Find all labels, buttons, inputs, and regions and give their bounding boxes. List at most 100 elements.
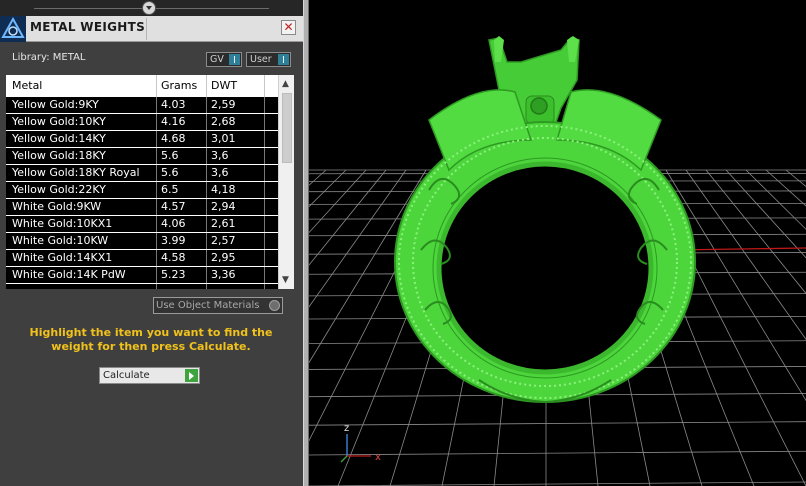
- app-logo-icon: [0, 16, 26, 42]
- grams-cell: 4.68: [161, 132, 186, 145]
- dwt-cell: 2,68: [211, 115, 236, 128]
- table-row[interactable]: Yellow Gold:22KY 6.5 4,18: [6, 182, 278, 199]
- column-divider: [206, 233, 207, 249]
- gv-library-button[interactable]: GV: [206, 52, 242, 67]
- table-body: Yellow Gold:9KY 4.03 2,59 Yellow Gold:10KY 4…: [6, 97, 278, 289]
- triad-y-line: [340, 455, 348, 463]
- column-divider: [206, 165, 207, 181]
- use-object-materials-label: Use Object Materials: [156, 300, 260, 311]
- library-label: Library: METAL: [12, 52, 86, 63]
- table-row[interactable]: Yellow Gold:18KY Royal 5.6 3,6: [6, 165, 278, 182]
- table-row[interactable]: Yellow Gold:10KY 4.16 2,68: [6, 114, 278, 131]
- grams-cell: 6.5: [161, 183, 179, 196]
- column-divider: [156, 284, 157, 289]
- table-row[interactable]: Yellow Gold:18KY 5.6 3,6: [6, 148, 278, 165]
- column-divider: [206, 216, 207, 232]
- user-button-label: User: [250, 54, 272, 65]
- calculate-button[interactable]: Calculate: [99, 367, 200, 384]
- table-row[interactable]: White Gold:14KX1 4.58 2,95: [6, 250, 278, 267]
- dwt-cell: 3,6: [211, 149, 229, 162]
- title-separator: [146, 18, 147, 40]
- grams-cell: 4.06: [161, 217, 186, 230]
- column-divider: [264, 97, 265, 113]
- 3d-viewport[interactable]: z x: [309, 0, 806, 486]
- column-divider: [264, 284, 265, 289]
- column-header-dwt[interactable]: DWT: [211, 79, 237, 92]
- column-divider: [206, 284, 207, 289]
- instructions-text: Highlight the item you want to find the …: [29, 326, 273, 353]
- column-divider: [264, 233, 265, 249]
- table-row[interactable]: White Gold:14K PdW 5.23 3,36: [6, 267, 278, 284]
- column-divider: [206, 114, 207, 130]
- table-header: Metal Grams DWT: [6, 75, 278, 97]
- column-header-grams[interactable]: Grams: [161, 79, 197, 92]
- grams-cell: 5.23: [161, 268, 186, 281]
- column-divider: [156, 216, 157, 232]
- column-divider: [264, 131, 265, 147]
- column-divider: [206, 250, 207, 266]
- dwt-cell: 2,57: [211, 234, 236, 247]
- grid-line: [309, 450, 806, 456]
- column-header-metal[interactable]: Metal: [12, 79, 42, 92]
- table-row[interactable]: [6, 284, 278, 289]
- column-divider: [264, 182, 265, 198]
- grams-cell: 4.58: [161, 251, 186, 264]
- grams-cell: 5.6: [161, 149, 179, 162]
- column-divider: [156, 131, 157, 147]
- grams-cell: 3.99: [161, 234, 186, 247]
- table-scrollbar[interactable]: ▲ ▼: [278, 75, 294, 289]
- panel-top-strip: [0, 0, 303, 16]
- ring-model[interactable]: [394, 36, 696, 404]
- column-divider: [156, 114, 157, 130]
- column-divider: [264, 267, 265, 283]
- grid-line: [765, 169, 806, 207]
- calculate-label: Calculate: [103, 370, 150, 381]
- column-divider: [206, 267, 207, 283]
- close-button[interactable]: ✕: [281, 20, 296, 35]
- table-row[interactable]: White Gold:10KX1 4.06 2,61: [6, 216, 278, 233]
- metal-cell: White Gold:10KX1: [12, 217, 113, 230]
- dwt-cell: 2,95: [211, 251, 236, 264]
- table-row[interactable]: Yellow Gold:9KY 4.03 2,59: [6, 97, 278, 114]
- radio-icon[interactable]: [269, 300, 280, 311]
- column-divider: [206, 148, 207, 164]
- dwt-cell: 3,01: [211, 132, 236, 145]
- use-object-materials-option[interactable]: Use Object Materials: [153, 297, 283, 314]
- metal-cell: Yellow Gold:9KY: [12, 98, 99, 111]
- column-divider: [264, 165, 265, 181]
- metal-table: Metal Grams DWT Yellow Gold:9KY 4.03 2,59 Y…: [6, 75, 294, 289]
- grid-line: [309, 481, 806, 486]
- metal-cell: Yellow Gold:18KY Royal: [12, 166, 140, 179]
- header-divider: [156, 75, 157, 97]
- table-row[interactable]: Yellow Gold:14KY 4.68 3,01: [6, 131, 278, 148]
- column-divider: [264, 114, 265, 130]
- user-indicator-icon: [278, 54, 289, 65]
- dwt-cell: 2,61: [211, 217, 236, 230]
- grams-cell: 5.6: [161, 166, 179, 179]
- viewport-canvas: z x: [309, 36, 806, 486]
- scroll-up-arrow-icon[interactable]: ▲: [282, 79, 289, 89]
- table-row[interactable]: White Gold:9KW 4.57 2,94: [6, 199, 278, 216]
- dwt-cell: 3,36: [211, 268, 236, 281]
- grams-cell: 4.03: [161, 98, 186, 111]
- column-divider: [264, 148, 265, 164]
- triad-x-label: x: [375, 452, 381, 463]
- table-row[interactable]: White Gold:10KW 3.99 2,57: [6, 233, 278, 250]
- column-divider: [156, 148, 157, 164]
- grid-line: [745, 169, 806, 230]
- column-divider: [156, 267, 157, 283]
- user-library-button[interactable]: User: [246, 52, 291, 67]
- column-divider: [156, 199, 157, 215]
- panel-title: METAL WEIGHTS: [30, 20, 146, 34]
- column-divider: [206, 97, 207, 113]
- scroll-thumb[interactable]: [282, 93, 292, 163]
- dwt-cell: 4,18: [211, 183, 236, 196]
- column-divider: [156, 97, 157, 113]
- metal-cell: Yellow Gold:18KY: [12, 149, 106, 162]
- grid-line: [309, 169, 347, 208]
- grid-line: [685, 169, 806, 340]
- column-divider: [264, 216, 265, 232]
- collapse-toggle-button[interactable]: [142, 1, 156, 15]
- scroll-down-arrow-icon[interactable]: ▼: [282, 275, 289, 285]
- metal-cell: White Gold:14K PdW: [12, 268, 126, 281]
